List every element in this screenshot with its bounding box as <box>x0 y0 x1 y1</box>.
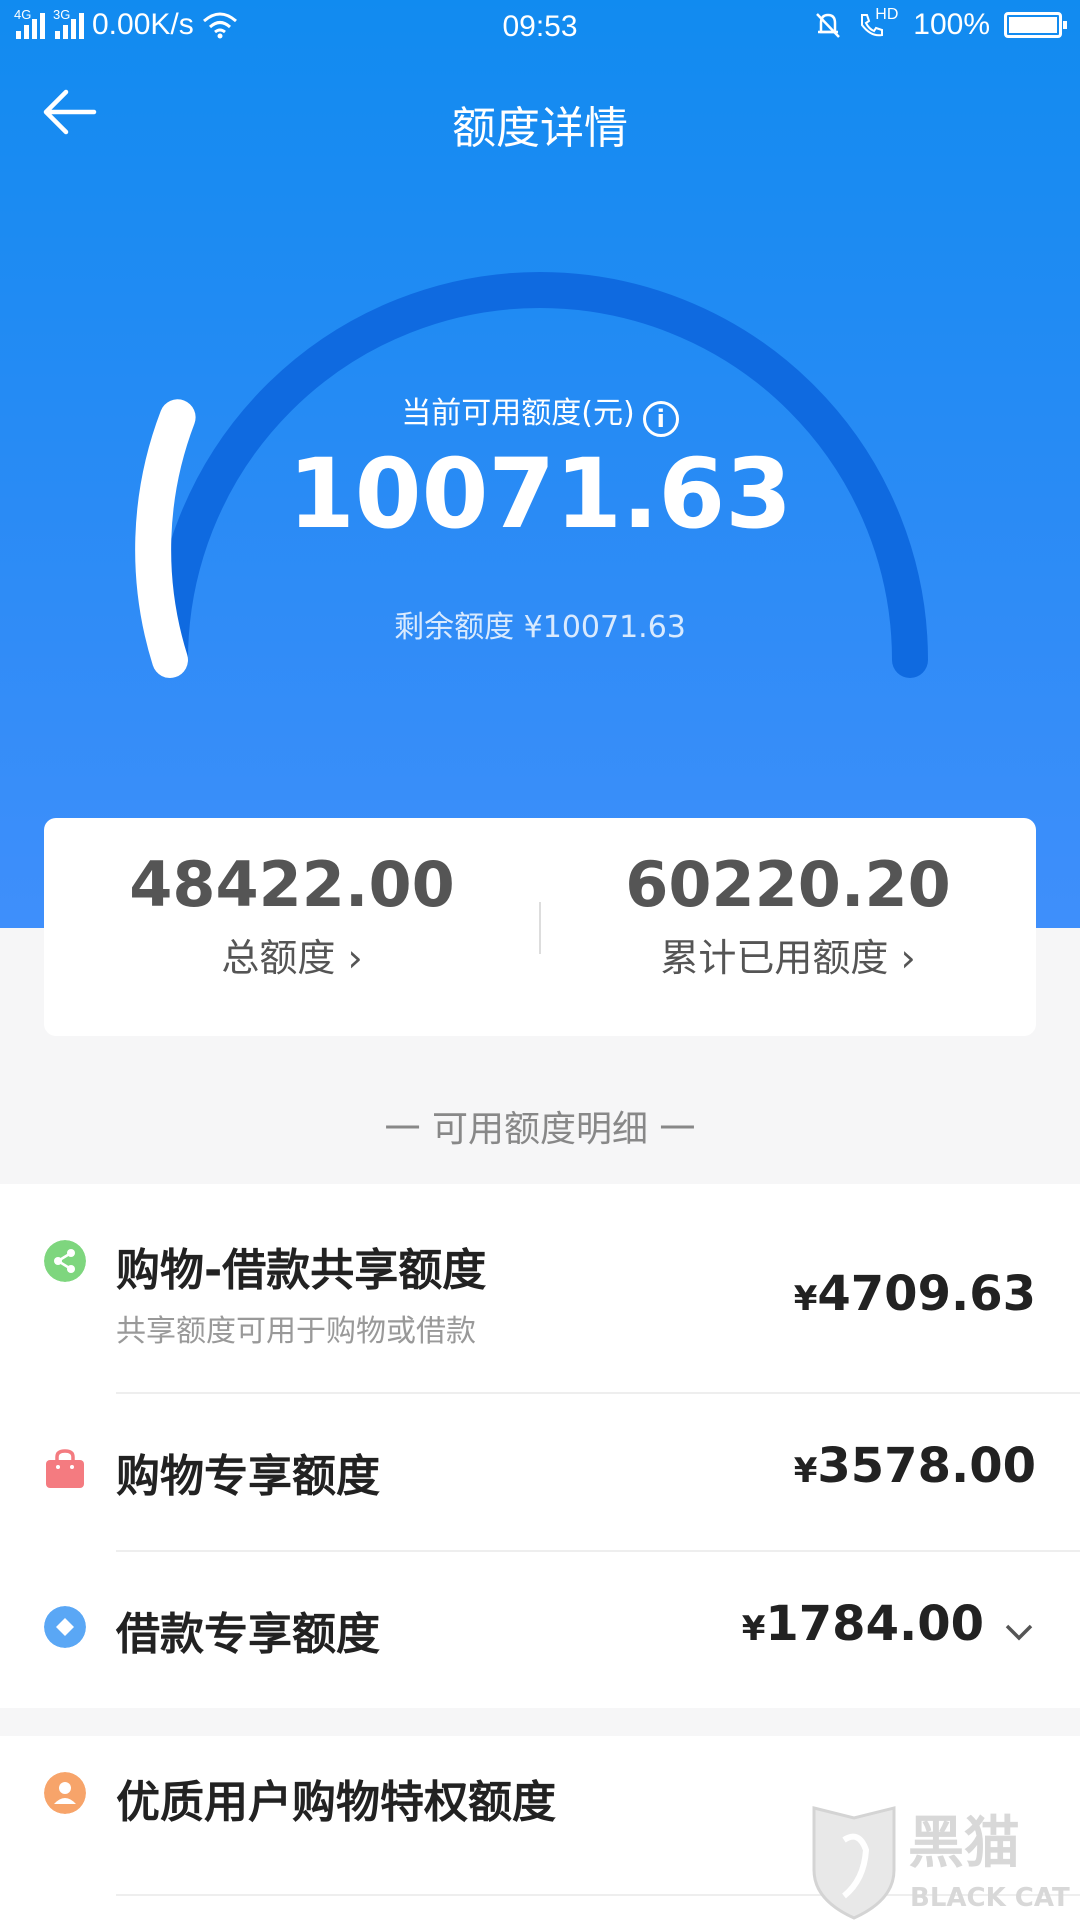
used-credit-label: 累计已用额度 › <box>660 936 916 980</box>
black-cat-watermark: 黑猫 BLACK CAT <box>804 1800 1080 1920</box>
credit-gauge: 当前可用额度(元) i 10071.63 剩余额度 ¥10071.63 <box>0 180 1080 740</box>
mute-bell-icon <box>816 13 841 38</box>
item-title: 购物专享额度 <box>116 1451 380 1502</box>
item-title: 购物-借款共享额度 <box>116 1245 487 1296</box>
shopping-bag-icon <box>46 1449 84 1488</box>
battery-icon <box>1004 12 1067 38</box>
hd-call-icon: HD <box>857 6 899 40</box>
list-item-loan-credit[interactable]: 借款专享额度 ¥1784.00 <box>0 1552 1080 1708</box>
list-item-shared-credit[interactable]: 购物-借款共享额度 共享额度可用于购物或借款 ¥4709.63 <box>0 1184 1080 1392</box>
used-credit-link[interactable]: 60220.20 累计已用额度 › <box>540 848 1036 982</box>
page-title: 额度详情 <box>452 103 628 154</box>
chevron-down-icon[interactable] <box>1004 1622 1034 1642</box>
list-item-shopping-credit[interactable]: 购物专享额度 ¥3578.00 <box>0 1394 1080 1550</box>
item-amount: ¥3578.00 <box>793 1438 1036 1494</box>
section-header: 一 可用额度明细 一 <box>384 1109 696 1150</box>
item-title: 优质用户购物特权额度 <box>116 1777 556 1828</box>
item-title: 借款专享额度 <box>116 1609 380 1660</box>
svg-text:BLACK CAT: BLACK CAT <box>910 1883 1070 1913</box>
chevron-right-icon: › <box>347 936 363 980</box>
total-credit-value: 48422.00 <box>129 848 455 921</box>
total-credit-label: 总额度 › <box>221 936 363 980</box>
summary-card: 48422.00 总额度 › 60220.20 累计已用额度 › <box>44 818 1036 1036</box>
item-amount: ¥1784.00 <box>741 1596 984 1652</box>
info-icon[interactable]: i <box>642 401 679 437</box>
item-amount: ¥4709.63 <box>793 1266 1036 1322</box>
nav-bar: 额度详情 <box>0 56 1080 180</box>
user-icon <box>44 1772 86 1814</box>
available-credit-value: 10071.63 <box>287 438 793 550</box>
remaining-credit: 剩余额度 ¥10071.63 <box>394 610 686 645</box>
svg-text:黑猫: 黑猫 <box>908 1811 1020 1876</box>
status-bar: 4G 3G 0.00K/s 09:53 HD 100% <box>0 0 1080 56</box>
available-credit-label: 当前可用额度(元) i <box>0 388 1080 437</box>
credit-detail-list: 购物-借款共享额度 共享额度可用于购物或借款 ¥4709.63 购物专享额度 ¥… <box>0 1184 1080 1708</box>
used-credit-value: 60220.20 <box>625 848 951 921</box>
diamond-icon <box>44 1606 86 1648</box>
share-icon <box>44 1240 86 1282</box>
battery-percent: 100% <box>913 8 990 41</box>
chevron-right-icon: › <box>900 936 916 980</box>
item-subtitle: 共享额度可用于购物或借款 <box>116 1314 476 1349</box>
total-credit-link[interactable]: 48422.00 总额度 › <box>44 848 540 982</box>
